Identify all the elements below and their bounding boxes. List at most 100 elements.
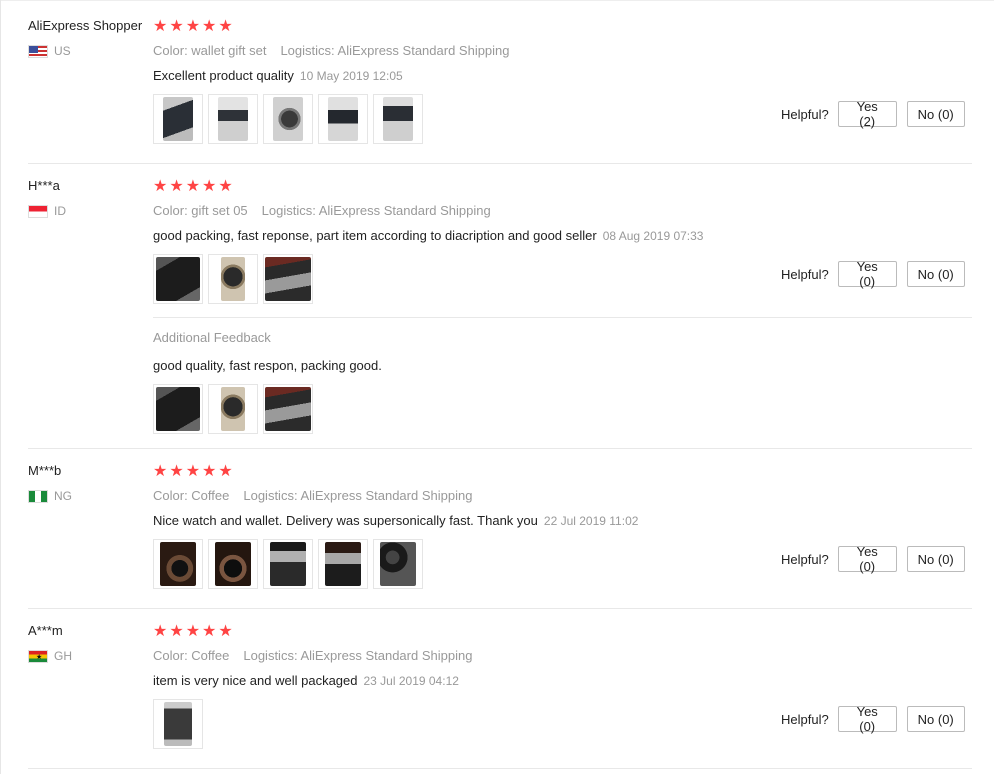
- country-code: NG: [54, 489, 72, 503]
- logistics-info: Logistics: AliExpress Standard Shipping: [243, 648, 473, 663]
- helpful-label: Helpful?: [781, 266, 829, 282]
- helpful-vote: Helpful? Yes (2) No (0): [781, 99, 965, 129]
- additional-feedback-label: Additional Feedback: [153, 330, 271, 345]
- review-photo-thumbnail[interactable]: [153, 94, 203, 144]
- review-photo-thumbnail[interactable]: [153, 384, 203, 434]
- logistics-info: Logistics: AliExpress Standard Shipping: [280, 43, 510, 58]
- helpful-yes-button[interactable]: Yes (0): [837, 704, 897, 734]
- review-text: Excellent product quality 10 May 2019 12:…: [153, 68, 403, 83]
- star-icon: ★: [153, 463, 168, 480]
- star-icon: ★: [169, 18, 184, 35]
- review-photo-thumbnail[interactable]: [318, 539, 368, 589]
- country-code: GH: [54, 649, 72, 663]
- rating-stars: ★ ★ ★ ★ ★: [153, 179, 233, 195]
- star-icon: ★: [169, 623, 184, 640]
- review-body: item is very nice and well packaged: [153, 673, 358, 688]
- photo-watch: [380, 542, 416, 586]
- color-option: Color: wallet gift set: [153, 43, 267, 58]
- star-icon: ★: [218, 463, 233, 480]
- photo-wallet-box: [156, 387, 200, 431]
- review-photo-thumbnail[interactable]: [153, 539, 203, 589]
- helpful-label: Helpful?: [781, 551, 829, 567]
- ng-flag-icon: [28, 489, 48, 503]
- helpful-yes-button[interactable]: Yes (0): [837, 544, 897, 574]
- star-icon: ★: [202, 18, 217, 35]
- review-photo-thumbnail[interactable]: [208, 384, 258, 434]
- additional-feedback-photos: [153, 384, 313, 434]
- review-divider: [28, 608, 972, 609]
- star-icon: ★: [153, 623, 168, 640]
- photo-wallet-box: [163, 97, 193, 141]
- review-date: 23 Jul 2019 04:12: [363, 674, 459, 688]
- star-icon: ★: [202, 463, 217, 480]
- photo-gift-box: [270, 542, 306, 586]
- photo-gift-box: [164, 702, 192, 746]
- gh-flag-icon: ★: [28, 649, 48, 663]
- review-photo-thumbnail[interactable]: [208, 94, 258, 144]
- top-border: [0, 0, 994, 1]
- order-info: Color: wallet gift set Logistics: AliExpr…: [153, 43, 510, 58]
- reviewer-name: M***b: [28, 463, 62, 478]
- review-photo-thumbnail[interactable]: [153, 254, 203, 304]
- helpful-yes-button[interactable]: Yes (0): [837, 259, 897, 289]
- review-photo-thumbnail[interactable]: [263, 384, 313, 434]
- review-text: item is very nice and well packaged 23 Ju…: [153, 673, 459, 688]
- review-photo-thumbnail[interactable]: [373, 94, 423, 144]
- helpful-no-button[interactable]: No (0): [906, 706, 965, 732]
- review-date: 10 May 2019 12:05: [299, 69, 403, 83]
- order-info: Color: Coffee Logistics: AliExpress Stand…: [153, 488, 472, 503]
- star-icon: ★: [218, 623, 233, 640]
- review-text: Nice watch and wallet. Delivery was supe…: [153, 513, 638, 528]
- order-info: Color: Coffee Logistics: AliExpress Stand…: [153, 648, 472, 663]
- order-info: Color: gift set 05 Logistics: AliExpress …: [153, 203, 491, 218]
- country-code: ID: [54, 204, 66, 218]
- reviewer-country: ★ GH: [28, 649, 72, 663]
- review-photo-thumbnail[interactable]: [263, 539, 313, 589]
- helpful-no-button[interactable]: No (0): [906, 546, 965, 572]
- additional-feedback-divider: [153, 317, 972, 318]
- helpful-vote: Helpful? Yes (0) No (0): [781, 259, 965, 289]
- photo-watch: [221, 387, 245, 431]
- star-icon: ★: [185, 178, 201, 195]
- review-date: 08 Aug 2019 07:33: [602, 229, 704, 243]
- helpful-vote: Helpful? Yes (0) No (0): [781, 704, 965, 734]
- review-photos: [153, 699, 203, 749]
- photo-gift-box: [383, 97, 413, 141]
- photo-gift-box: [218, 97, 248, 141]
- star-icon: ★: [218, 18, 233, 35]
- reviewer-country: ID: [28, 204, 66, 218]
- helpful-no-button[interactable]: No (0): [906, 101, 965, 127]
- helpful-no-button[interactable]: No (0): [906, 261, 965, 287]
- id-flag-icon: [28, 204, 48, 218]
- rating-stars: ★ ★ ★ ★ ★: [153, 464, 233, 480]
- star-icon: ★: [202, 178, 217, 195]
- photo-watch: [215, 542, 251, 586]
- star-icon: ★: [153, 18, 168, 35]
- review-photo-thumbnail[interactable]: [263, 254, 313, 304]
- reviewer-name: A***m: [28, 623, 63, 638]
- review-body: Nice watch and wallet. Delivery was supe…: [153, 513, 538, 528]
- photo-watch: [160, 542, 196, 586]
- review-photo-thumbnail[interactable]: [208, 539, 258, 589]
- review-photo-thumbnail[interactable]: [373, 539, 423, 589]
- review-photo-thumbnail[interactable]: [153, 699, 203, 749]
- star-icon: ★: [218, 178, 233, 195]
- review-photo-thumbnail[interactable]: [263, 94, 313, 144]
- helpful-label: Helpful?: [781, 711, 829, 727]
- logistics-info: Logistics: AliExpress Standard Shipping: [243, 488, 473, 503]
- color-option: Color: Coffee: [153, 488, 230, 503]
- review-divider: [28, 163, 972, 164]
- star-icon: ★: [185, 623, 201, 640]
- review-photos: [153, 94, 423, 144]
- star-icon: ★: [185, 18, 201, 35]
- photo-wallet-box: [265, 387, 311, 431]
- review-divider: [28, 448, 972, 449]
- logistics-info: Logistics: AliExpress Standard Shipping: [261, 203, 491, 218]
- review-photo-thumbnail[interactable]: [318, 94, 368, 144]
- review-photo-thumbnail[interactable]: [208, 254, 258, 304]
- helpful-yes-button[interactable]: Yes (2): [837, 99, 897, 129]
- photo-watch: [273, 97, 303, 141]
- photo-gift-box: [325, 542, 361, 586]
- left-border: [0, 0, 1, 774]
- star-icon: ★: [169, 178, 184, 195]
